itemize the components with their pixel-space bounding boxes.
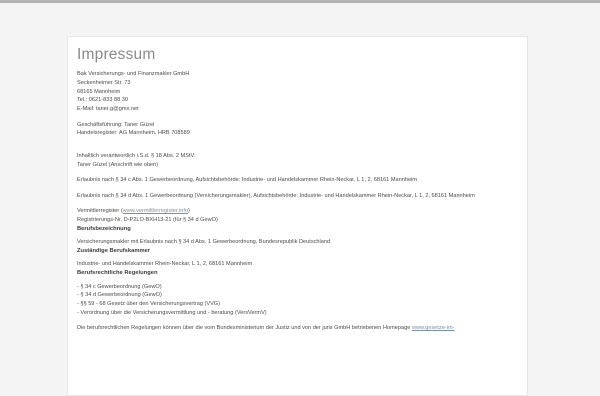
responsible-line-1: Inhaltlich verantwortlich i.S.d. § 18 Ab… — [77, 153, 196, 160]
regulations-list: - § 34 c Gewerbeordnung (GewO) - § 34 d … — [77, 283, 518, 318]
registry-line: Vermittlerregister (www.vermittlerregist… — [77, 207, 518, 216]
responsible-block: Inhaltlich verantwortlich i.S.d. § 18 Ab… — [77, 152, 518, 170]
permit-34d: Erlaubnis nach § 34 d Abs. 1 Gewerbeordn… — [77, 192, 475, 199]
commercial-register: Handelsregister: AG Mannheim, HRB 708589 — [77, 130, 190, 137]
responsible-line-2: Taner Güzel (Anschrift wie oben) — [77, 161, 159, 168]
company-email: E-Mail: taner.g@gmx.net — [77, 106, 139, 113]
regulation-item: - § 34 c Gewerbeordnung (GewO) — [77, 283, 162, 290]
company-address: Bak Versicherungs- und Finanzmakler GmbH… — [77, 70, 518, 114]
vermittlerregister-link[interactable]: www.vermittlerregister.info — [123, 208, 188, 214]
job-title-heading: Berufsbezeichnung — [77, 225, 131, 232]
company-name: Bak Versicherungs- und Finanzmakler GmbH — [77, 71, 190, 77]
regulation-item: - §§ 59 - 68 Gesetz über den Versicherun… — [77, 301, 221, 308]
top-border — [0, 0, 600, 3]
permit-34c: Erlaubnis nach § 34 c Abs. 1 Gewerbeordn… — [77, 177, 417, 184]
gesetze-im-internet-link[interactable]: www.gesetze-im- — [412, 325, 455, 331]
company-phone: Tel.: 0621-833 88 30 — [77, 97, 129, 104]
registry-suffix: ) — [187, 208, 190, 215]
page-title: Impressum — [77, 46, 156, 63]
impressum-card: Impressum Bak Versicherungs- und Finanzm… — [67, 36, 528, 396]
regulations-footer: Die berufsrechtlichen Regelungen können … — [77, 324, 518, 333]
registry-prefix: Vermittlerregister ( — [77, 208, 123, 215]
job-title-text: Versicherungsmakler mit Erlaubnis nach §… — [77, 239, 331, 246]
regulations-footer-text: Die berufsrechtlichen Regelungen können … — [77, 325, 412, 332]
regulation-item: - § 34 d Gewerbeordnung (GewO) — [77, 292, 162, 299]
director: Geschäftsführung: Taner Güzel — [77, 121, 155, 128]
regulations-heading: Berufsrechtliche Regelungen — [77, 270, 158, 277]
registration-number: Registrierungs-Nr. D-P2LO-BXH13-21 (für … — [77, 216, 218, 223]
company-street: Seckenheimer Str. 73 — [77, 79, 131, 86]
regulation-item: - Verordnung über die Versicherungsvermi… — [77, 309, 267, 316]
registry-block: Vermittlerregister (www.vermittlerregist… — [77, 207, 518, 225]
management-block: Geschäftsführung: Taner Güzel Handelsreg… — [77, 121, 518, 139]
chamber-text: Industrie- und Handelskammer Rhein-Necka… — [77, 261, 253, 268]
chamber-heading: Zuständige Berufskammer — [77, 247, 151, 254]
company-city: 68165 Mannheim — [77, 88, 121, 95]
